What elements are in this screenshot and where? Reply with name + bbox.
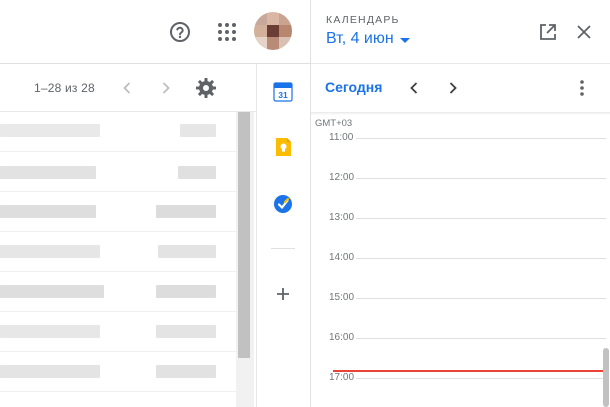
more-vert-icon[interactable] bbox=[571, 77, 593, 99]
current-time-indicator bbox=[333, 370, 605, 372]
strip-divider bbox=[271, 248, 295, 249]
hour-line bbox=[356, 178, 606, 179]
gear-icon[interactable] bbox=[194, 76, 218, 100]
date-picker-button[interactable]: Вт, 4 июн bbox=[326, 30, 410, 48]
hour-label: 17:00 bbox=[329, 372, 355, 383]
close-icon[interactable] bbox=[573, 21, 595, 43]
grid-top-shadow bbox=[311, 112, 610, 115]
calendar-scrollbar-thumb[interactable] bbox=[603, 348, 609, 407]
list-item[interactable] bbox=[0, 152, 236, 192]
hour-line bbox=[356, 218, 606, 219]
hour-line bbox=[356, 298, 606, 299]
caret-down-icon bbox=[399, 37, 410, 43]
hour-label: 15:00 bbox=[329, 292, 355, 303]
day-grid[interactable]: GMT+03 11:00 12:00 13:00 14:00 15:00 16:… bbox=[311, 112, 610, 407]
hour-label: 11:00 bbox=[329, 132, 354, 143]
calendar-nav: Сегодня bbox=[311, 64, 610, 112]
keep-app-icon[interactable] bbox=[270, 134, 296, 160]
calendar-title: КАЛЕНДАРЬ bbox=[326, 14, 400, 26]
chevron-left-icon[interactable] bbox=[403, 77, 425, 99]
list-item[interactable] bbox=[0, 192, 236, 232]
today-button[interactable]: Сегодня bbox=[325, 79, 382, 95]
calendar-panel: КАЛЕНДАРЬ Вт, 4 июн Сегодня GMT+03 11:00… bbox=[310, 0, 610, 407]
open-in-new-icon[interactable] bbox=[537, 21, 559, 43]
hour-line bbox=[356, 138, 606, 139]
side-apps-panel: 31 bbox=[256, 64, 310, 407]
plus-icon[interactable] bbox=[270, 281, 296, 307]
timezone-label: GMT+03 bbox=[315, 118, 353, 129]
mail-toolbar: 1–28 из 28 bbox=[0, 64, 256, 112]
hour-line bbox=[356, 258, 606, 259]
list-item[interactable] bbox=[0, 272, 236, 312]
pager-count: 1–28 из 28 bbox=[34, 81, 95, 95]
calendar-header: КАЛЕНДАРЬ Вт, 4 июн bbox=[311, 0, 610, 64]
hour-line bbox=[356, 378, 606, 379]
list-item[interactable] bbox=[0, 312, 236, 352]
hour-label: 13:00 bbox=[329, 212, 355, 223]
apps-grid-icon[interactable] bbox=[215, 20, 239, 44]
calendar-icon-day: 31 bbox=[278, 90, 288, 100]
chevron-left-icon[interactable] bbox=[116, 77, 138, 99]
mail-scrollbar-thumb[interactable] bbox=[238, 112, 250, 358]
chevron-right-icon[interactable] bbox=[442, 77, 464, 99]
list-item[interactable] bbox=[0, 352, 236, 392]
gmail-window: 1–28 из 28 31 КАЛЕНДАРЬ Вт, 4 июн Сегодн… bbox=[0, 0, 610, 407]
hour-line bbox=[356, 338, 606, 339]
list-item[interactable] bbox=[0, 112, 236, 152]
calendar-app-icon[interactable]: 31 bbox=[270, 79, 296, 105]
chevron-right-icon[interactable] bbox=[155, 77, 177, 99]
top-bar bbox=[0, 0, 310, 64]
hour-label: 12:00 bbox=[329, 172, 355, 183]
current-date: Вт, 4 июн bbox=[326, 30, 394, 47]
email-list bbox=[0, 112, 236, 407]
help-icon[interactable] bbox=[168, 20, 192, 44]
hour-label: 16:00 bbox=[329, 332, 355, 343]
avatar[interactable] bbox=[254, 12, 292, 50]
list-item[interactable] bbox=[0, 232, 236, 272]
hour-label: 14:00 bbox=[329, 252, 355, 263]
tasks-app-icon[interactable] bbox=[270, 191, 296, 217]
